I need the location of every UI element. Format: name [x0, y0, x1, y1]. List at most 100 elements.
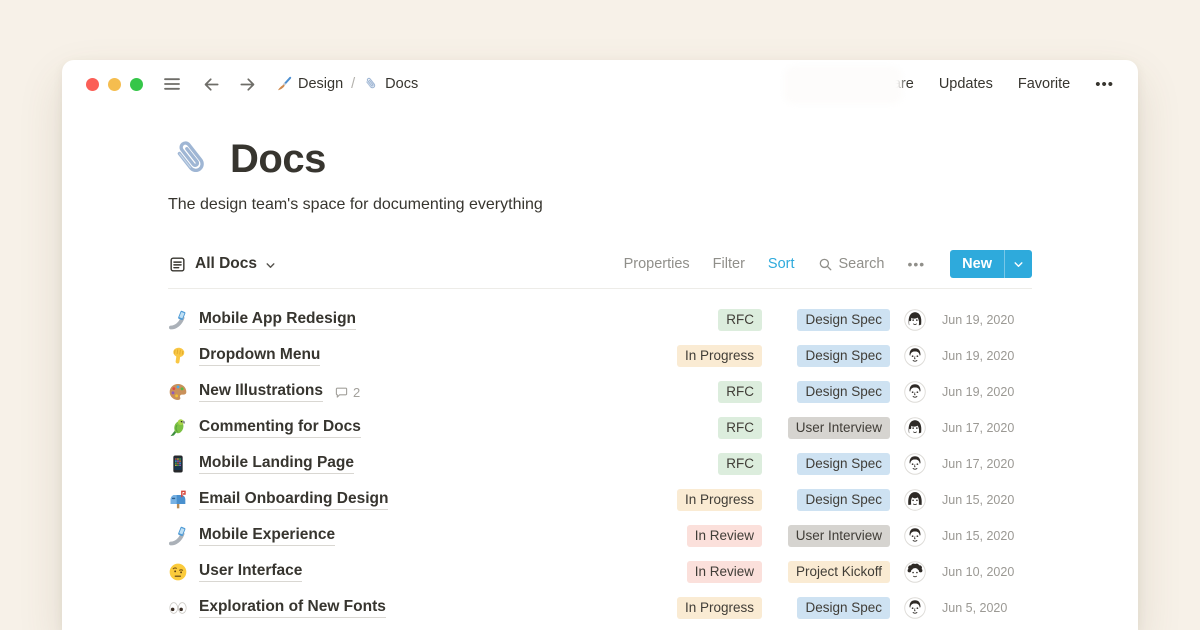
doc-title[interactable]: Commenting for Docs: [199, 418, 361, 438]
page-subtitle: The design team's space for documenting …: [168, 196, 1032, 214]
paperclip-emoji: [168, 136, 215, 183]
window-controls: [86, 78, 143, 91]
status-badge[interactable]: RFC: [718, 417, 762, 440]
status-badge[interactable]: In Review: [687, 561, 762, 584]
minimize-button[interactable]: [108, 78, 121, 91]
doc-type-badge[interactable]: User Interview: [788, 417, 890, 440]
table-row[interactable]: User Interface In Review Project Kickoff…: [168, 554, 1032, 590]
blurred-area: [784, 66, 902, 104]
search-icon: [818, 257, 833, 272]
breadcrumb-separator: /: [351, 76, 355, 92]
favorite-button[interactable]: Favorite: [1018, 76, 1070, 92]
doc-type-badge[interactable]: Design Spec: [797, 597, 890, 620]
avatar-woman-curly[interactable]: [904, 561, 926, 583]
doc-type-badge[interactable]: Design Spec: [797, 345, 890, 368]
edited-date: Jun 19, 2020: [942, 313, 1032, 327]
avatar-woman-bob[interactable]: [904, 489, 926, 511]
status-badge[interactable]: RFC: [718, 453, 762, 476]
status-badge[interactable]: In Review: [687, 525, 762, 548]
selfie-emoji: [168, 310, 188, 330]
status-badge[interactable]: RFC: [718, 309, 762, 332]
view-switcher[interactable]: All Docs: [168, 255, 276, 274]
doc-title[interactable]: New Illustrations: [199, 382, 323, 402]
sort-button[interactable]: Sort: [768, 256, 795, 272]
page-title: Docs: [230, 137, 326, 182]
doc-type-badge[interactable]: Design Spec: [797, 453, 890, 476]
table-row[interactable]: Mobile Experience In Review User Intervi…: [168, 518, 1032, 554]
raised-eyebrow-emoji: [168, 562, 188, 582]
search-button[interactable]: Search: [818, 256, 885, 272]
comments-indicator[interactable]: 2: [334, 385, 360, 400]
list-view-icon: [168, 255, 187, 274]
mailbox-emoji: [168, 490, 188, 510]
paperclip-emoji: [363, 76, 379, 92]
avatar-woman-headphones[interactable]: [904, 309, 926, 331]
table-row[interactable]: Mobile App Redesign RFC Design Spec Jun …: [168, 302, 1032, 338]
new-button-chevron[interactable]: [1004, 250, 1032, 278]
filter-button[interactable]: Filter: [713, 256, 745, 272]
table-row[interactable]: Commenting for Docs RFC User Interview J…: [168, 410, 1032, 446]
zoom-button[interactable]: [130, 78, 143, 91]
doc-title[interactable]: Exploration of New Fonts: [199, 598, 386, 618]
doc-title[interactable]: Dropdown Menu: [199, 346, 320, 366]
status-badge[interactable]: In Progress: [677, 597, 762, 620]
edited-date: Jun 19, 2020: [942, 349, 1032, 363]
mobile-phone-emoji: [168, 454, 188, 474]
sidebar-toggle-icon[interactable]: [162, 74, 182, 94]
status-badge[interactable]: In Progress: [677, 489, 762, 512]
updates-button[interactable]: Updates: [939, 76, 993, 92]
breadcrumb-label: Design: [298, 76, 343, 92]
status-badge[interactable]: In Progress: [677, 345, 762, 368]
breadcrumb: Design / Docs: [276, 76, 418, 92]
toolbar-more-icon[interactable]: •••: [907, 256, 925, 272]
status-badge[interactable]: RFC: [718, 381, 762, 404]
avatar-man[interactable]: [904, 381, 926, 403]
doc-title[interactable]: Email Onboarding Design: [199, 490, 388, 510]
new-button[interactable]: New: [950, 250, 1032, 278]
new-button-label: New: [950, 250, 1004, 278]
comment-icon: [334, 385, 349, 400]
docs-table: Mobile App Redesign RFC Design Spec Jun …: [168, 302, 1032, 626]
table-row[interactable]: Mobile Landing Page RFC Design Spec Jun …: [168, 446, 1032, 482]
table-row[interactable]: New Illustrations 2 RFC Design Spec Jun …: [168, 374, 1032, 410]
avatar-man[interactable]: [904, 597, 926, 619]
doc-type-badge[interactable]: Design Spec: [797, 489, 890, 512]
selfie-emoji: [168, 526, 188, 546]
table-row[interactable]: Email Onboarding Design In Progress Desi…: [168, 482, 1032, 518]
avatar-man[interactable]: [904, 345, 926, 367]
doc-type-badge[interactable]: User Interview: [788, 525, 890, 548]
doc-title[interactable]: User Interface: [199, 562, 302, 582]
parrot-emoji: [168, 418, 188, 438]
close-button[interactable]: [86, 78, 99, 91]
forward-arrow-icon[interactable]: [238, 75, 257, 94]
properties-button[interactable]: Properties: [624, 256, 690, 272]
doc-title[interactable]: Mobile Experience: [199, 526, 335, 546]
pointing-down-emoji: [168, 346, 188, 366]
back-arrow-icon[interactable]: [202, 75, 221, 94]
breadcrumb-item-docs[interactable]: Docs: [363, 76, 418, 92]
edited-date: Jun 5, 2020: [942, 601, 1032, 615]
doc-type-badge[interactable]: Project Kickoff: [788, 561, 890, 584]
doc-type-badge[interactable]: Design Spec: [797, 381, 890, 404]
chevron-down-icon: [1013, 259, 1024, 270]
paintbrush-emoji: [276, 76, 292, 92]
breadcrumb-item-design[interactable]: Design: [276, 76, 343, 92]
edited-date: Jun 19, 2020: [942, 385, 1032, 399]
breadcrumb-label: Docs: [385, 76, 418, 92]
table-row[interactable]: Dropdown Menu In Progress Design Spec Ju…: [168, 338, 1032, 374]
view-label: All Docs: [195, 255, 257, 273]
avatar-man[interactable]: [904, 525, 926, 547]
doc-title[interactable]: Mobile App Redesign: [199, 310, 356, 330]
eyes-emoji: [168, 598, 188, 618]
more-options-icon[interactable]: •••: [1095, 76, 1114, 93]
view-toolbar: All Docs Properties Filter Sort Search •…: [168, 250, 1032, 289]
edited-date: Jun 15, 2020: [942, 529, 1032, 543]
table-row[interactable]: Exploration of New Fonts In Progress Des…: [168, 590, 1032, 626]
doc-title[interactable]: Mobile Landing Page: [199, 454, 354, 474]
avatar-woman-headphones[interactable]: [904, 417, 926, 439]
comment-count: 2: [353, 385, 360, 400]
palette-emoji: [168, 382, 188, 402]
window-topbar: Design / Docs Share Updates Favorite •••: [62, 60, 1138, 108]
avatar-man[interactable]: [904, 453, 926, 475]
doc-type-badge[interactable]: Design Spec: [797, 309, 890, 332]
